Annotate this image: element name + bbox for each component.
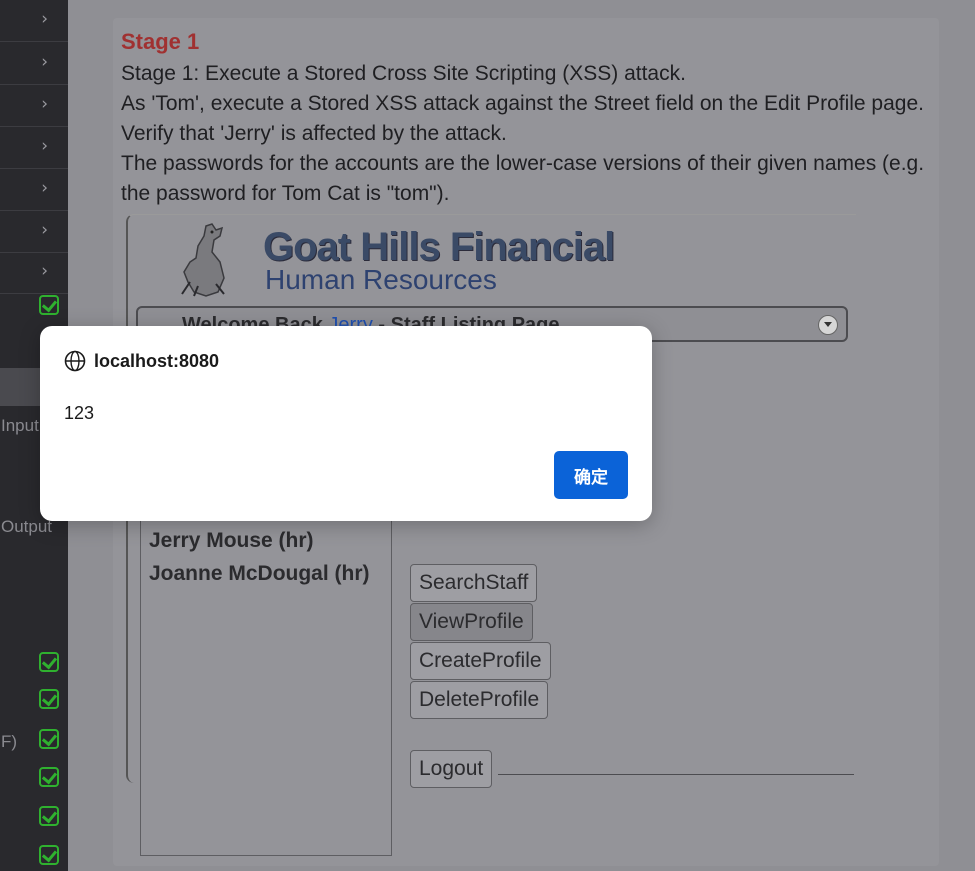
sidebar-item[interactable]: › [0,0,68,42]
sidebar-item[interactable]: › [0,169,68,211]
sidebar-item[interactable]: › [0,43,68,85]
stage-description-line: The passwords for the accounts are the l… [121,152,925,205]
create-profile-button[interactable]: CreateProfile [410,642,551,680]
sidebar-item[interactable]: › [0,85,68,127]
chevron-right-icon: › [41,220,48,240]
sidebar-item-label[interactable]: F) [1,732,17,752]
chevron-right-icon: › [41,261,48,281]
completed-check-icon [39,689,59,709]
chevron-right-icon: › [41,94,48,114]
dialog-message: 123 [64,403,95,423]
search-staff-button[interactable]: SearchStaff [410,564,538,602]
chevron-right-icon: › [41,9,48,29]
logout-button[interactable]: Logout [410,750,493,788]
sidebar-item[interactable]: › [0,252,68,294]
completed-check-icon [39,652,59,672]
globe-icon [64,350,86,372]
sidebar-item[interactable]: › [0,211,68,253]
completed-check-icon [39,806,59,826]
completed-check-icon [39,845,59,865]
sidebar-item[interactable]: › [0,127,68,169]
stage-description: Stage 1: Execute a Stored Cross Site Scr… [121,59,951,209]
chevron-right-icon: › [41,136,48,156]
app-logo-subtitle: Human Resources [265,264,497,295]
chevron-right-icon: › [41,178,48,198]
view-profile-button[interactable]: ViewProfile [410,603,533,641]
stage-description-line: Stage 1: Execute a Stored Cross Site Scr… [121,62,686,85]
frame-divider [498,774,854,775]
completed-check-icon [39,295,59,315]
delete-profile-button[interactable]: DeleteProfile [410,681,549,719]
chevron-right-icon: › [41,52,48,72]
goat-logo-icon [181,223,225,297]
stage-title: Stage 1 [121,29,200,54]
alert-dialog: localhost:8080 123 确定 [40,326,652,521]
list-item[interactable]: Joanne McDougal (hr) [149,562,370,586]
completed-check-icon [39,767,59,787]
chevron-down-icon[interactable] [818,315,838,335]
sidebar-item-input[interactable]: Input [1,416,39,436]
sidebar-item-output[interactable]: Output [1,517,52,537]
stage-description-line: As 'Tom', execute a Stored XSS attack ag… [121,92,924,145]
dialog-origin: localhost:8080 [94,351,220,371]
completed-check-icon [39,729,59,749]
list-item[interactable]: Jerry Mouse (hr) [149,529,314,553]
ok-button[interactable]: 确定 [554,451,628,499]
